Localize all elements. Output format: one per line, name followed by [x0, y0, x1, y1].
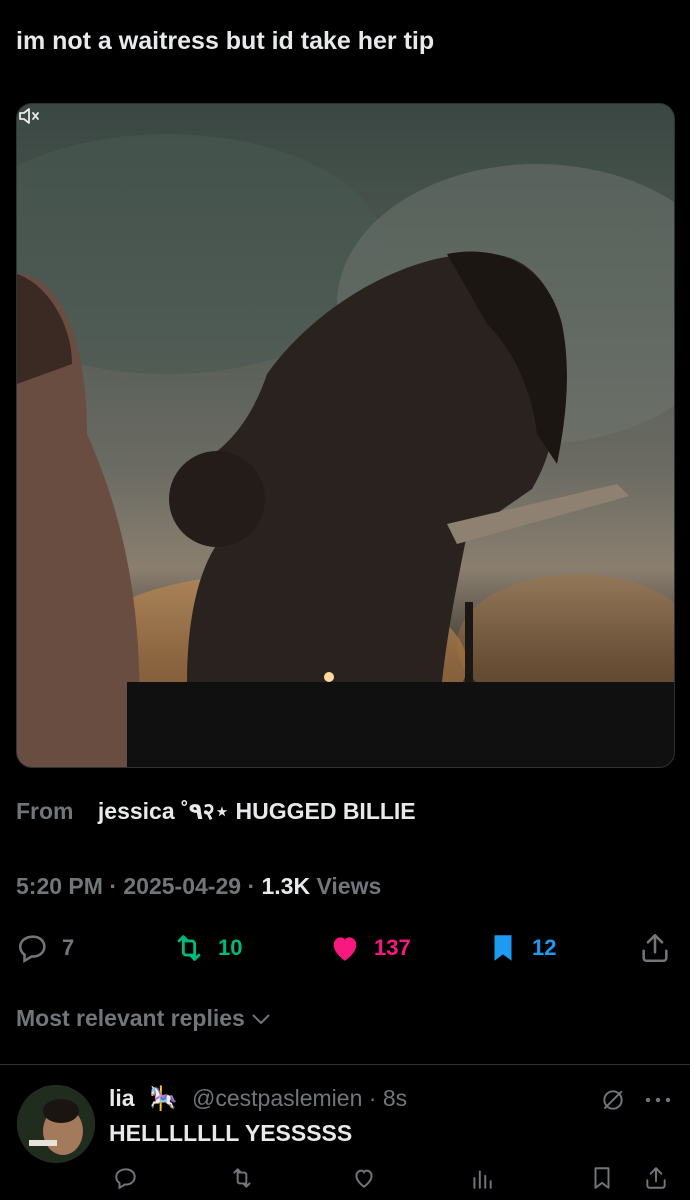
- meta-separator: ·: [368, 1085, 377, 1111]
- source-attribution: From jessica ˚٩२⋆ HUGGED BILLIE: [16, 794, 416, 826]
- replies-sort-dropdown[interactable]: Most relevant replies: [16, 1005, 271, 1032]
- repost-count: 10: [218, 935, 243, 960]
- reply-icon[interactable]: [113, 1165, 139, 1191]
- like-button[interactable]: 137: [328, 926, 411, 970]
- share-icon: [642, 933, 668, 963]
- avatar-image: [17, 1085, 95, 1163]
- views-icon[interactable]: [469, 1165, 495, 1191]
- avatar[interactable]: [17, 1085, 95, 1163]
- reply-author-name[interactable]: lia: [109, 1085, 135, 1111]
- share-icon[interactable]: [643, 1165, 669, 1191]
- views-count: 1.3K: [261, 873, 311, 899]
- bookmark-count: 12: [532, 935, 557, 960]
- reply-actions: [109, 1165, 669, 1200]
- bookmark-icon: [494, 935, 512, 961]
- post-metadata: 5:20 PM · 2025-04-29 · 1.3K Views: [16, 873, 381, 900]
- bookmark-icon[interactable]: [589, 1165, 615, 1191]
- share-button[interactable]: [638, 926, 684, 970]
- grok-icon[interactable]: [600, 1087, 626, 1113]
- post-text: im not a waitress but id take her tip: [16, 27, 435, 55]
- heart-icon: [333, 937, 357, 961]
- meta-separator: ·: [247, 873, 256, 899]
- reply-header: lia 🎠 @cestpaslemien · 8s: [109, 1085, 407, 1112]
- repost-button[interactable]: 10: [172, 926, 242, 970]
- post-actions: 7 10 137 12: [16, 926, 674, 970]
- from-label: From: [16, 798, 74, 824]
- reply-time: 8s: [382, 1085, 408, 1111]
- reply-author-handle[interactable]: @cestpaslemien: [192, 1085, 362, 1111]
- more-icon[interactable]: [644, 1095, 672, 1105]
- views-label: Views: [316, 873, 382, 899]
- reply-count: 7: [62, 935, 75, 960]
- speaker-muted-icon[interactable]: [17, 104, 41, 128]
- reply-button[interactable]: 7: [16, 926, 74, 970]
- post-time: 5:20 PM: [16, 873, 103, 899]
- heart-icon[interactable]: [351, 1165, 377, 1191]
- post-date: 2025-04-29: [123, 873, 242, 899]
- meta-separator: ·: [109, 873, 117, 899]
- carousel-emoji: 🎠: [148, 1085, 178, 1111]
- video-frame: [17, 134, 674, 767]
- post-video[interactable]: [16, 103, 675, 768]
- like-count: 137: [374, 935, 411, 960]
- repost-icon: [177, 935, 201, 961]
- reply-text: HELLLLLLL YESSSSS: [109, 1120, 353, 1146]
- bookmark-button[interactable]: 12: [486, 926, 556, 970]
- source-user-link[interactable]: jessica ˚٩२⋆ HUGGED BILLIE: [98, 798, 416, 824]
- replies-sort-label: Most relevant replies: [16, 1005, 245, 1031]
- reply-icon: [18, 935, 46, 964]
- reply-item[interactable]: lia 🎠 @cestpaslemien · 8s HELLLLLLL YESS…: [0, 1065, 690, 1200]
- chevron-down-icon: [252, 1013, 270, 1024]
- repost-icon[interactable]: [229, 1165, 255, 1191]
